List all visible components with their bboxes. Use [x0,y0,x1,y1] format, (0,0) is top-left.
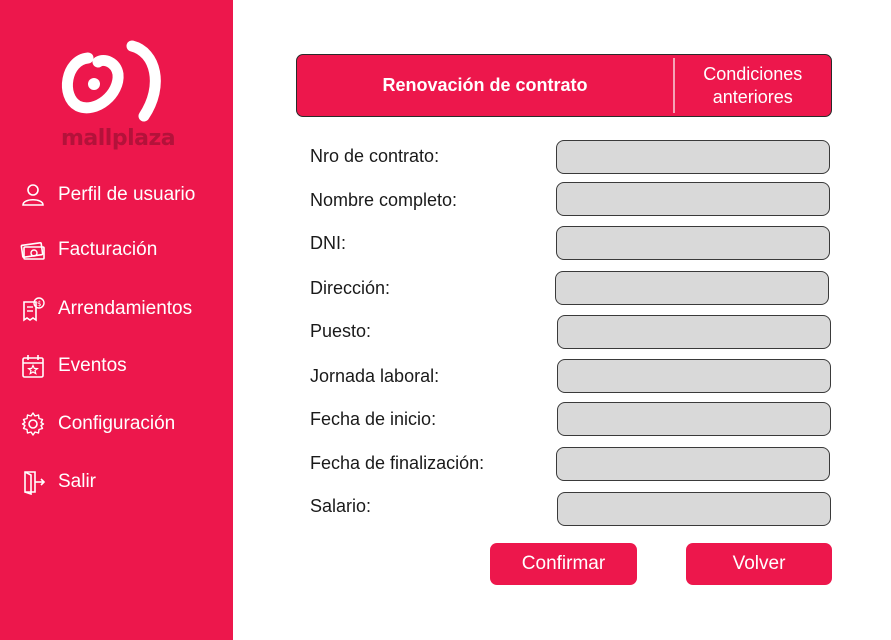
logo-text: mallplaza [61,126,176,151]
label-puesto: Puesto: [310,321,372,341]
sidebar-item-label: Salir [58,471,97,492]
label-salario: Salario: [310,496,372,516]
logout-icon [20,469,46,495]
nombre-completo-input[interactable] [556,182,830,216]
direccion-input[interactable] [555,271,829,305]
mallplaza-logo[interactable]: mallplaza [60,40,176,151]
label-dni: DNI: [310,233,346,253]
label-fecha-finalizacion: Fecha de finalización: [310,453,485,473]
sidebar-item-label: Perfil de usuario [58,184,196,205]
logo-mark-icon [62,40,161,122]
salario-input[interactable] [557,492,831,526]
puesto-input[interactable] [557,315,831,349]
label-nombre-completo: Nombre completo: [310,190,458,210]
sidebar-item-label: Configuración [58,413,176,434]
sidebar: mallplaza Perfil de usuario Facturación … [0,0,233,640]
sidebar-item-eventos[interactable]: Eventos [20,351,127,381]
sidebar-item-configuracion[interactable]: Configuración [20,409,175,439]
nro-contrato-input[interactable] [556,140,830,174]
contract-tabs: Renovación de contrato Condiciones anter… [296,54,832,117]
sidebar-item-perfil[interactable]: Perfil de usuario [20,180,195,210]
sidebar-item-salir[interactable]: Salir [20,467,96,497]
back-button[interactable]: Volver [686,543,832,585]
sidebar-item-arrendamientos[interactable]: $ Arrendamientos [20,294,192,324]
tab-condiciones-anteriores[interactable]: Condiciones anteriores [675,55,832,116]
label-fecha-inicio: Fecha de inicio: [310,409,437,429]
label-direccion: Dirección: [310,278,391,298]
jornada-laboral-input[interactable] [557,359,831,393]
label-jornada-laboral: Jornada laboral: [310,366,440,386]
calendar-star-icon [20,353,46,379]
sidebar-item-label: Facturación [58,239,158,260]
label-nro-contrato: Nro de contrato: [310,146,440,166]
user-icon [20,182,46,208]
confirm-button[interactable]: Confirmar [490,543,637,585]
gear-icon [20,411,46,437]
invoice-icon: $ [20,296,46,322]
sidebar-item-facturacion[interactable]: Facturación [20,235,157,265]
fecha-finalizacion-input[interactable] [556,447,830,481]
sidebar-item-label: Eventos [58,355,127,376]
svg-text:$: $ [37,300,41,308]
dni-input[interactable] [556,226,830,260]
money-icon [20,237,46,263]
tab-renovacion-contrato[interactable]: Renovación de contrato [297,55,673,116]
fecha-inicio-input[interactable] [557,402,831,436]
sidebar-item-label: Arrendamientos [58,298,193,319]
